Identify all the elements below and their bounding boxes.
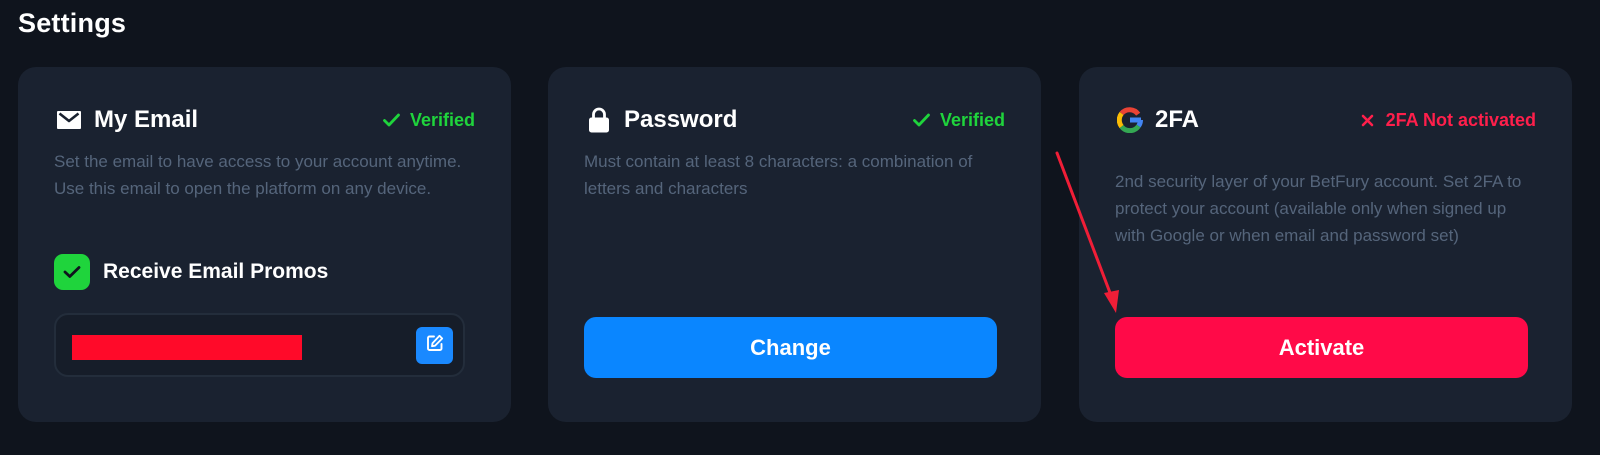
email-status-badge: Verified [383,110,475,131]
password-card: Password Verified Must contain at least … [548,67,1041,422]
password-card-title: Password [624,106,738,133]
checkmark-icon [383,111,401,129]
twofa-card-heading: 2FA [1117,106,1199,134]
email-card-description: Set the email to have access to your acc… [54,152,462,198]
twofa-status-text: 2FA Not activated [1385,109,1536,130]
twofa-card-title: 2FA [1155,106,1200,133]
email-status-text: Verified [409,109,475,130]
activate-2fa-button[interactable]: Activate [1115,317,1528,378]
receive-email-promos-label: Receive Email Promos [103,260,329,283]
envelope-icon [56,107,82,133]
email-field[interactable] [54,313,465,377]
email-card-heading: My Email [56,106,198,134]
password-status-text: Verified [939,109,1005,130]
email-card-header: My Email Verified [56,105,475,135]
change-password-button[interactable]: Change [584,317,997,378]
twofa-status-badge: 2FA Not activated [1359,110,1536,131]
password-status-badge: Verified [913,110,1005,131]
twofa-card-description: 2nd security layer of your BetFury accou… [1115,172,1522,245]
receive-email-promos-checkbox[interactable]: Receive Email Promos [54,254,328,290]
edit-email-button[interactable] [416,327,453,364]
cross-icon [1359,111,1377,129]
password-card-heading: Password [586,106,737,134]
edit-icon [426,334,444,357]
settings-page: Settings My Email Verified Set the email… [0,0,1600,455]
password-card-header: Password Verified [586,105,1005,135]
checkmark-icon [913,111,931,129]
twofa-card: 2FA 2FA Not activated 2nd security layer… [1079,67,1572,422]
twofa-card-header: 2FA 2FA Not activated [1117,105,1536,135]
email-card: My Email Verified Set the email to have … [18,67,511,422]
google-icon [1117,107,1143,133]
page-title: Settings [18,8,127,38]
password-card-description: Must contain at least 8 characters: a co… [584,152,973,198]
checkbox-checked-icon[interactable] [54,254,90,290]
email-card-title: My Email [94,106,199,133]
lock-icon [586,107,612,133]
email-value-redaction [72,335,302,360]
